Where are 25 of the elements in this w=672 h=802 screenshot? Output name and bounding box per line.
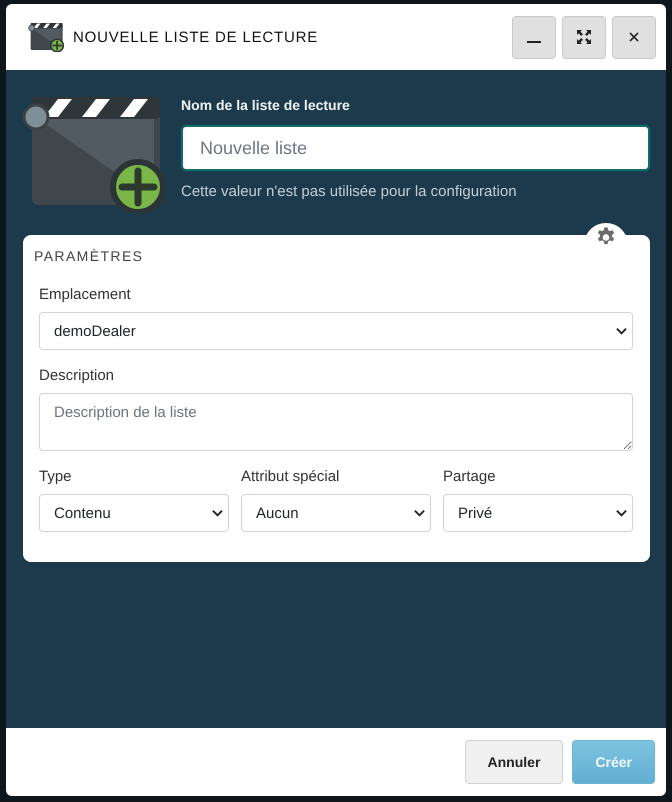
field-label: Description	[39, 367, 114, 385]
location-select[interactable]: demoDealer	[39, 312, 633, 350]
field-label: Nom de la liste de lecture	[181, 96, 350, 114]
chevron-down-icon	[616, 327, 627, 335]
chevron-down-icon	[212, 509, 223, 517]
description-textarea[interactable]: Description de la liste	[39, 393, 633, 451]
window-title: NOUVELLE LISTE DE LECTURE	[73, 28, 318, 46]
close-icon	[629, 32, 639, 42]
minimize-icon	[527, 41, 541, 43]
name-input[interactable]: Nouvelle liste	[181, 125, 650, 171]
help-text: Cette valeur n'est pas utilisée pour la configuration	[181, 183, 517, 201]
chevron-down-icon	[616, 509, 627, 517]
dropdown-select[interactable]: Privé	[443, 494, 633, 532]
clapperboard-add-icon	[28, 22, 64, 52]
field-label: Emplacement	[39, 286, 131, 304]
section-title: PARAMÈTRES	[34, 247, 144, 265]
dropdown-select[interactable]: Aucun	[241, 494, 431, 532]
field-label: Partage	[443, 468, 496, 486]
maximize-button[interactable]	[562, 16, 606, 58]
field-label: Type	[39, 468, 72, 486]
field-label: Attribut spécial	[241, 468, 340, 486]
chevron-down-icon	[414, 509, 425, 517]
dropdown-select[interactable]: Contenu	[39, 494, 229, 532]
expand-icon	[577, 30, 591, 44]
cancel-button[interactable]: Annuler	[464, 740, 564, 784]
